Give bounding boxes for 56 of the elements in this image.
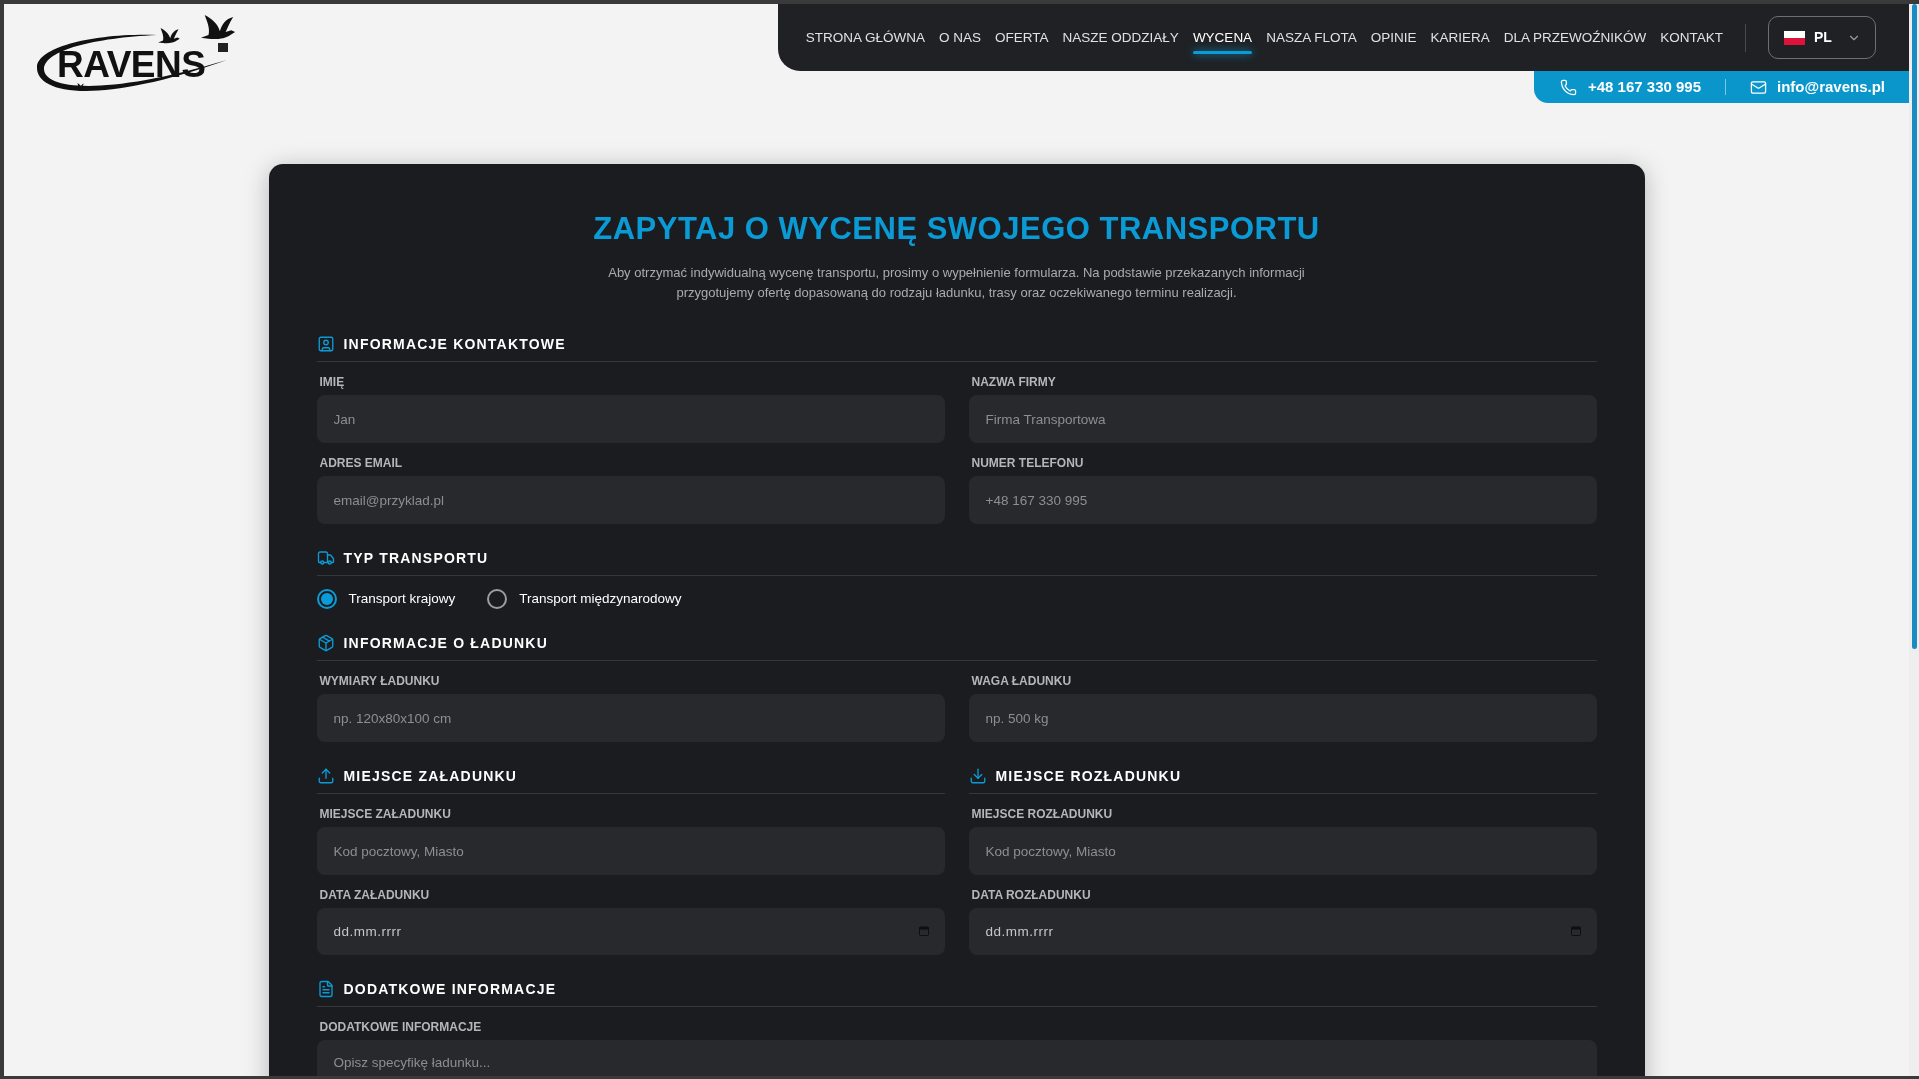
download-icon — [968, 767, 987, 785]
radio-label[interactable]: Transport krajowy — [348, 590, 456, 608]
mail-icon — [1750, 78, 1767, 96]
textarea-field[interactable]: Opisz specyfikę ładunku... — [316, 1040, 1597, 1076]
date-field[interactable]: dd.mm.rrrr — [968, 908, 1597, 955]
box-icon — [316, 634, 335, 652]
nav-link[interactable]: OFERTA — [995, 21, 1049, 54]
field-label: DATA ROZŁADUNKU — [970, 887, 1092, 903]
language-selector[interactable]: PL — [1768, 16, 1876, 59]
upload-icon — [316, 767, 335, 785]
field-label: ADRES EMAIL — [318, 455, 404, 471]
field-label: DATA ZAŁADUNKU — [318, 887, 431, 903]
form-title: ZAPYTAJ O WYCENĘ SWOJEGO TRANSPORTU — [592, 210, 1321, 248]
section-title: TYP TRANSPORTU — [343, 549, 489, 568]
section-title: DODATKOWE INFORMACJE — [343, 980, 557, 999]
text-field[interactable]: Firma Transportowa — [968, 395, 1597, 443]
text-field[interactable]: np. 120x80x100 cm — [316, 694, 945, 742]
field-label: IMIĘ — [318, 374, 346, 390]
logo-text: RAVENS — [57, 46, 206, 83]
section-title: MIEJSCE ZAŁADUNKU — [343, 767, 518, 786]
nav-link[interactable]: NASZA FLOTA — [1266, 21, 1357, 54]
field-label: NUMER TELEFONU — [970, 455, 1085, 471]
scrollbar-thumb[interactable] — [1911, 4, 1917, 649]
nav-link[interactable]: STRONA GŁÓWNA — [805, 21, 926, 54]
text-field[interactable]: Jan — [316, 395, 945, 443]
date-field[interactable]: dd.mm.rrrr — [316, 908, 945, 955]
field-label: NAZWA FIRMY — [970, 374, 1057, 390]
text-field[interactable]: Kod pocztowy, Miasto — [316, 827, 945, 875]
section-title: INFORMACJE O ŁADUNKU — [343, 634, 548, 653]
field-label: MIEJSCE ZAŁADUNKU — [318, 806, 452, 822]
truck-icon — [316, 549, 335, 567]
field-label: DODATKOWE INFORMACJE — [318, 1019, 483, 1035]
field-label: WAGA ŁADUNKU — [970, 673, 1073, 689]
nav-link[interactable]: OPINIE — [1370, 21, 1417, 54]
nav-link[interactable]: KONTAKT — [1660, 21, 1723, 54]
flag-icon — [1784, 30, 1805, 45]
text-field[interactable]: +48 167 330 995 — [968, 476, 1597, 524]
form-description: Aby otrzymać indywidualną wycenę transportu, prosimy o wypełnienie formularza. Na podstawie przekazanych informacji przygotujemy ofertę dopasowaną do rodzaju ładunku, trasy oraz oczekiwanego terminu realizacji. — [607, 264, 1306, 302]
text-field[interactable]: email@przyklad.pl — [316, 476, 945, 524]
nav-link[interactable]: WYCENA — [1192, 21, 1253, 54]
field-label: WYMIARY ŁADUNKU — [318, 673, 441, 689]
section-title: MIEJSCE ROZŁADUNKU — [995, 767, 1182, 786]
radio-button[interactable] — [316, 589, 337, 609]
person-card-icon — [316, 335, 335, 353]
text-field[interactable]: Kod pocztowy, Miasto — [968, 827, 1597, 875]
section-title: INFORMACJE KONTAKTOWE — [343, 335, 566, 354]
nav-link[interactable]: NASZE ODDZIAŁY — [1062, 21, 1179, 54]
phone-icon — [1560, 78, 1577, 96]
nav-link[interactable]: O NAS — [939, 21, 982, 54]
nav-link[interactable]: KARIERA — [1430, 21, 1490, 54]
radio-button[interactable] — [487, 589, 508, 609]
document-icon — [316, 980, 335, 998]
text-field[interactable]: np. 500 kg — [968, 694, 1597, 742]
field-label: MIEJSCE ROZŁADUNKU — [970, 806, 1114, 822]
nav-link[interactable]: DLA PRZEWOŹNIKÓW — [1503, 21, 1647, 54]
radio-label[interactable]: Transport międzynarodowy — [519, 590, 682, 608]
